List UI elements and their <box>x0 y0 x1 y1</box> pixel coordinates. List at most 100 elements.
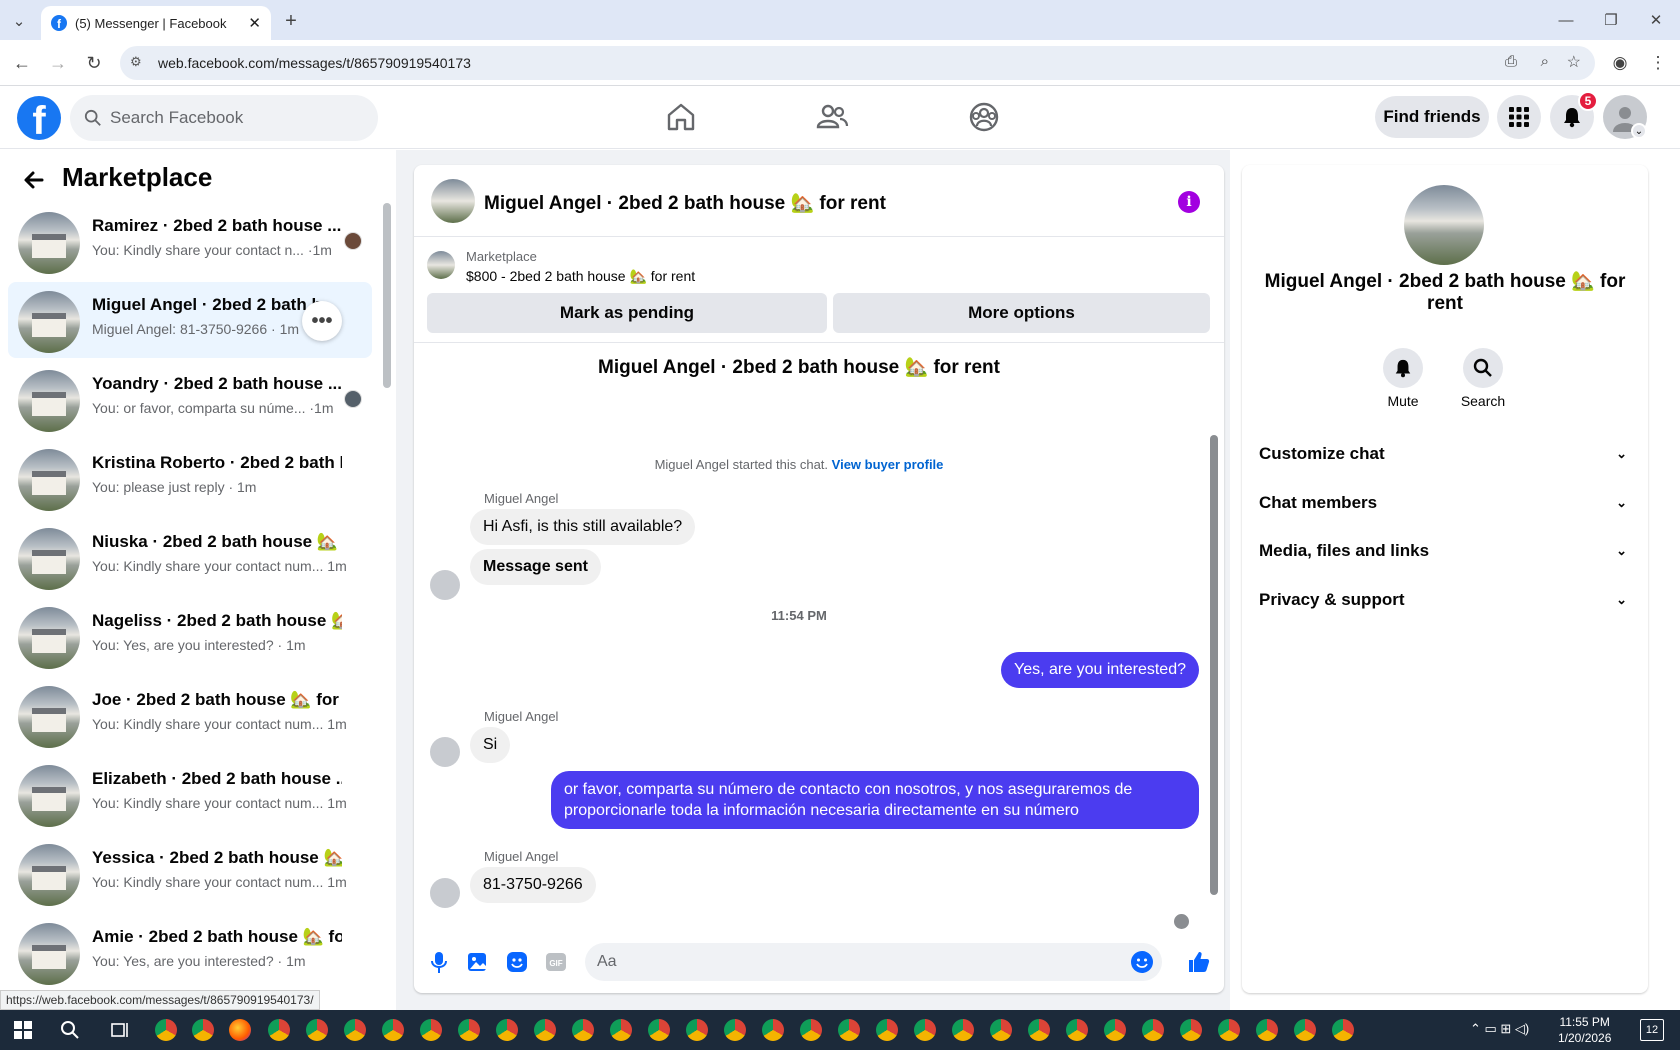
conversation-item[interactable]: Ramirez · 2bed 2 bath house ... You: Kin… <box>8 203 372 279</box>
incoming-message[interactable]: 81-3750-9266 <box>470 867 596 903</box>
conversation-item[interactable]: Amie · 2bed 2 bath house 🏡 for... You: Y… <box>8 914 372 990</box>
emoji-icon[interactable] <box>1130 950 1154 974</box>
chrome-app-icon[interactable] <box>268 1019 290 1041</box>
chrome-app-icon[interactable] <box>914 1019 936 1041</box>
chrome-app-icon[interactable] <box>572 1019 594 1041</box>
zoom-icon[interactable]: ⌕ <box>1541 53 1549 70</box>
find-friends-button[interactable]: Find friends <box>1375 96 1489 138</box>
mark-as-pending-button[interactable]: Mark as pending <box>427 293 827 333</box>
profile-icon[interactable]: ◉ <box>1608 51 1632 75</box>
browser-tab[interactable]: f (5) Messenger | Facebook ✕ <box>41 6 271 40</box>
sender-avatar[interactable] <box>430 737 460 767</box>
chrome-app-icon[interactable] <box>458 1019 480 1041</box>
chrome-app-icon[interactable] <box>306 1019 328 1041</box>
conversation-list-scrollbar[interactable] <box>383 203 391 388</box>
chrome-app-icon[interactable] <box>155 1019 177 1041</box>
facebook-search-input[interactable]: Search Facebook <box>70 95 378 141</box>
reload-icon[interactable]: ↻ <box>82 51 106 75</box>
microphone-icon[interactable] <box>426 949 452 975</box>
new-tab-icon[interactable]: + <box>280 10 302 32</box>
incoming-message[interactable]: Hi Asfi, is this still available? <box>470 509 696 545</box>
facebook-logo-icon[interactable]: f <box>17 96 61 140</box>
friends-icon[interactable] <box>815 100 849 134</box>
chrome-app-icon[interactable] <box>382 1019 404 1041</box>
listing-price-title[interactable]: $800 - 2bed 2 bath house 🏡 for rent <box>466 268 695 285</box>
conversation-item[interactable]: Elizabeth · 2bed 2 bath house ... You: K… <box>8 756 372 832</box>
conversation-item[interactable]: Yessica · 2bed 2 bath house 🏡 f... You: … <box>8 835 372 911</box>
chat-title[interactable]: Miguel Angel · 2bed 2 bath house 🏡 for r… <box>484 191 886 215</box>
chrome-app-icon[interactable] <box>724 1019 746 1041</box>
chrome-app-icon[interactable] <box>1028 1019 1050 1041</box>
menu-grid-button[interactable] <box>1497 95 1541 139</box>
media-files-links-section[interactable]: Media, files and links ⌄ <box>1259 531 1631 571</box>
chrome-app-icon[interactable] <box>838 1019 860 1041</box>
details-avatar[interactable] <box>1404 185 1484 265</box>
chrome-app-icon[interactable] <box>876 1019 898 1041</box>
info-icon[interactable]: i <box>1178 191 1200 213</box>
forward-icon[interactable]: → <box>46 51 70 75</box>
notifications-button[interactable]: 5 <box>1550 91 1598 139</box>
outgoing-message[interactable]: or favor, comparta su número de contacto… <box>551 771 1199 829</box>
account-avatar[interactable]: ⌄ <box>1603 95 1647 139</box>
url-field[interactable]: ⚙ web.facebook.com/messages/t/8657909195… <box>120 46 1595 80</box>
search-in-chat-button[interactable] <box>1463 348 1503 388</box>
restore-icon[interactable]: ❐ <box>1597 8 1625 32</box>
chat-avatar[interactable] <box>431 179 475 223</box>
chrome-app-icon[interactable] <box>496 1019 518 1041</box>
sender-avatar[interactable] <box>430 878 460 908</box>
system-tray-icons[interactable]: ⌃ ▭ ⊞ ◁) <box>1470 1021 1529 1037</box>
task-view-icon[interactable] <box>110 1020 130 1040</box>
notification-center-icon[interactable]: 12 <box>1640 1019 1664 1041</box>
chrome-app-icon[interactable] <box>1142 1019 1164 1041</box>
groups-icon[interactable] <box>967 100 1001 134</box>
chrome-app-icon[interactable] <box>648 1019 670 1041</box>
chrome-app-icon[interactable] <box>1332 1019 1354 1041</box>
chrome-app-icon[interactable] <box>344 1019 366 1041</box>
chrome-app-icon[interactable] <box>800 1019 822 1041</box>
conversation-item[interactable]: Joe · 2bed 2 bath house 🏡 for r... You: … <box>8 677 372 753</box>
taskbar-clock[interactable]: 11:55 PM 1/20/2026 <box>1558 1014 1611 1046</box>
chrome-app-icon[interactable] <box>990 1019 1012 1041</box>
menu-dots-icon[interactable]: ⋮ <box>1646 51 1670 75</box>
chrome-app-icon[interactable] <box>1294 1019 1316 1041</box>
close-window-icon[interactable]: ✕ <box>1642 8 1670 32</box>
chrome-app-icon[interactable] <box>1104 1019 1126 1041</box>
customize-chat-section[interactable]: Customize chat ⌄ <box>1259 434 1631 474</box>
outgoing-message[interactable]: Yes, are you interested? <box>1001 652 1199 688</box>
thumbs-up-icon[interactable] <box>1186 949 1212 975</box>
conversation-item[interactable]: Niuska · 2bed 2 bath house 🏡 f... You: K… <box>8 519 372 595</box>
view-buyer-profile-link[interactable]: View buyer profile <box>832 457 944 472</box>
home-icon[interactable] <box>664 100 698 134</box>
chrome-app-icon[interactable] <box>1180 1019 1202 1041</box>
minimize-icon[interactable]: — <box>1552 8 1580 32</box>
back-icon[interactable]: ← <box>10 51 34 75</box>
chrome-app-icon[interactable] <box>952 1019 974 1041</box>
chat-scrollbar[interactable] <box>1210 435 1218 895</box>
mute-button[interactable] <box>1383 348 1423 388</box>
conversation-item[interactable]: Yoandry · 2bed 2 bath house ... You: or … <box>8 361 372 437</box>
site-info-icon[interactable]: ⚙ <box>130 54 142 70</box>
chrome-app-icon[interactable] <box>762 1019 784 1041</box>
conversation-item[interactable]: Kristina Roberto · 2bed 2 bath h... You:… <box>8 440 372 516</box>
tab-search-icon[interactable]: ⌄ <box>8 10 30 32</box>
message-input[interactable]: Aa <box>585 943 1162 981</box>
incoming-message[interactable]: Message sent <box>470 549 601 585</box>
firefox-app-icon[interactable] <box>229 1019 251 1041</box>
listing-avatar[interactable] <box>427 251 455 279</box>
chrome-app-icon[interactable] <box>420 1019 442 1041</box>
chrome-app-icon[interactable] <box>534 1019 556 1041</box>
conversation-item[interactable]: Nageliss · 2bed 2 bath house 🏡 ... You: … <box>8 598 372 674</box>
more-options-button[interactable]: More options <box>833 293 1210 333</box>
gif-icon[interactable]: GIF <box>543 949 569 975</box>
taskbar-search-icon[interactable] <box>60 1020 80 1040</box>
privacy-support-section[interactable]: Privacy & support ⌄ <box>1259 580 1631 620</box>
photo-icon[interactable] <box>465 949 491 975</box>
chrome-app-icon[interactable] <box>610 1019 632 1041</box>
bookmark-star-icon[interactable]: ☆ <box>1567 52 1581 72</box>
windows-start-icon[interactable] <box>14 1021 32 1039</box>
sender-avatar[interactable] <box>430 570 460 600</box>
conversation-more-options-button[interactable]: ••• <box>302 301 342 341</box>
sticker-icon[interactable] <box>504 949 530 975</box>
install-icon[interactable]: ⎙ <box>1505 53 1517 70</box>
chrome-app-icon[interactable] <box>1218 1019 1240 1041</box>
